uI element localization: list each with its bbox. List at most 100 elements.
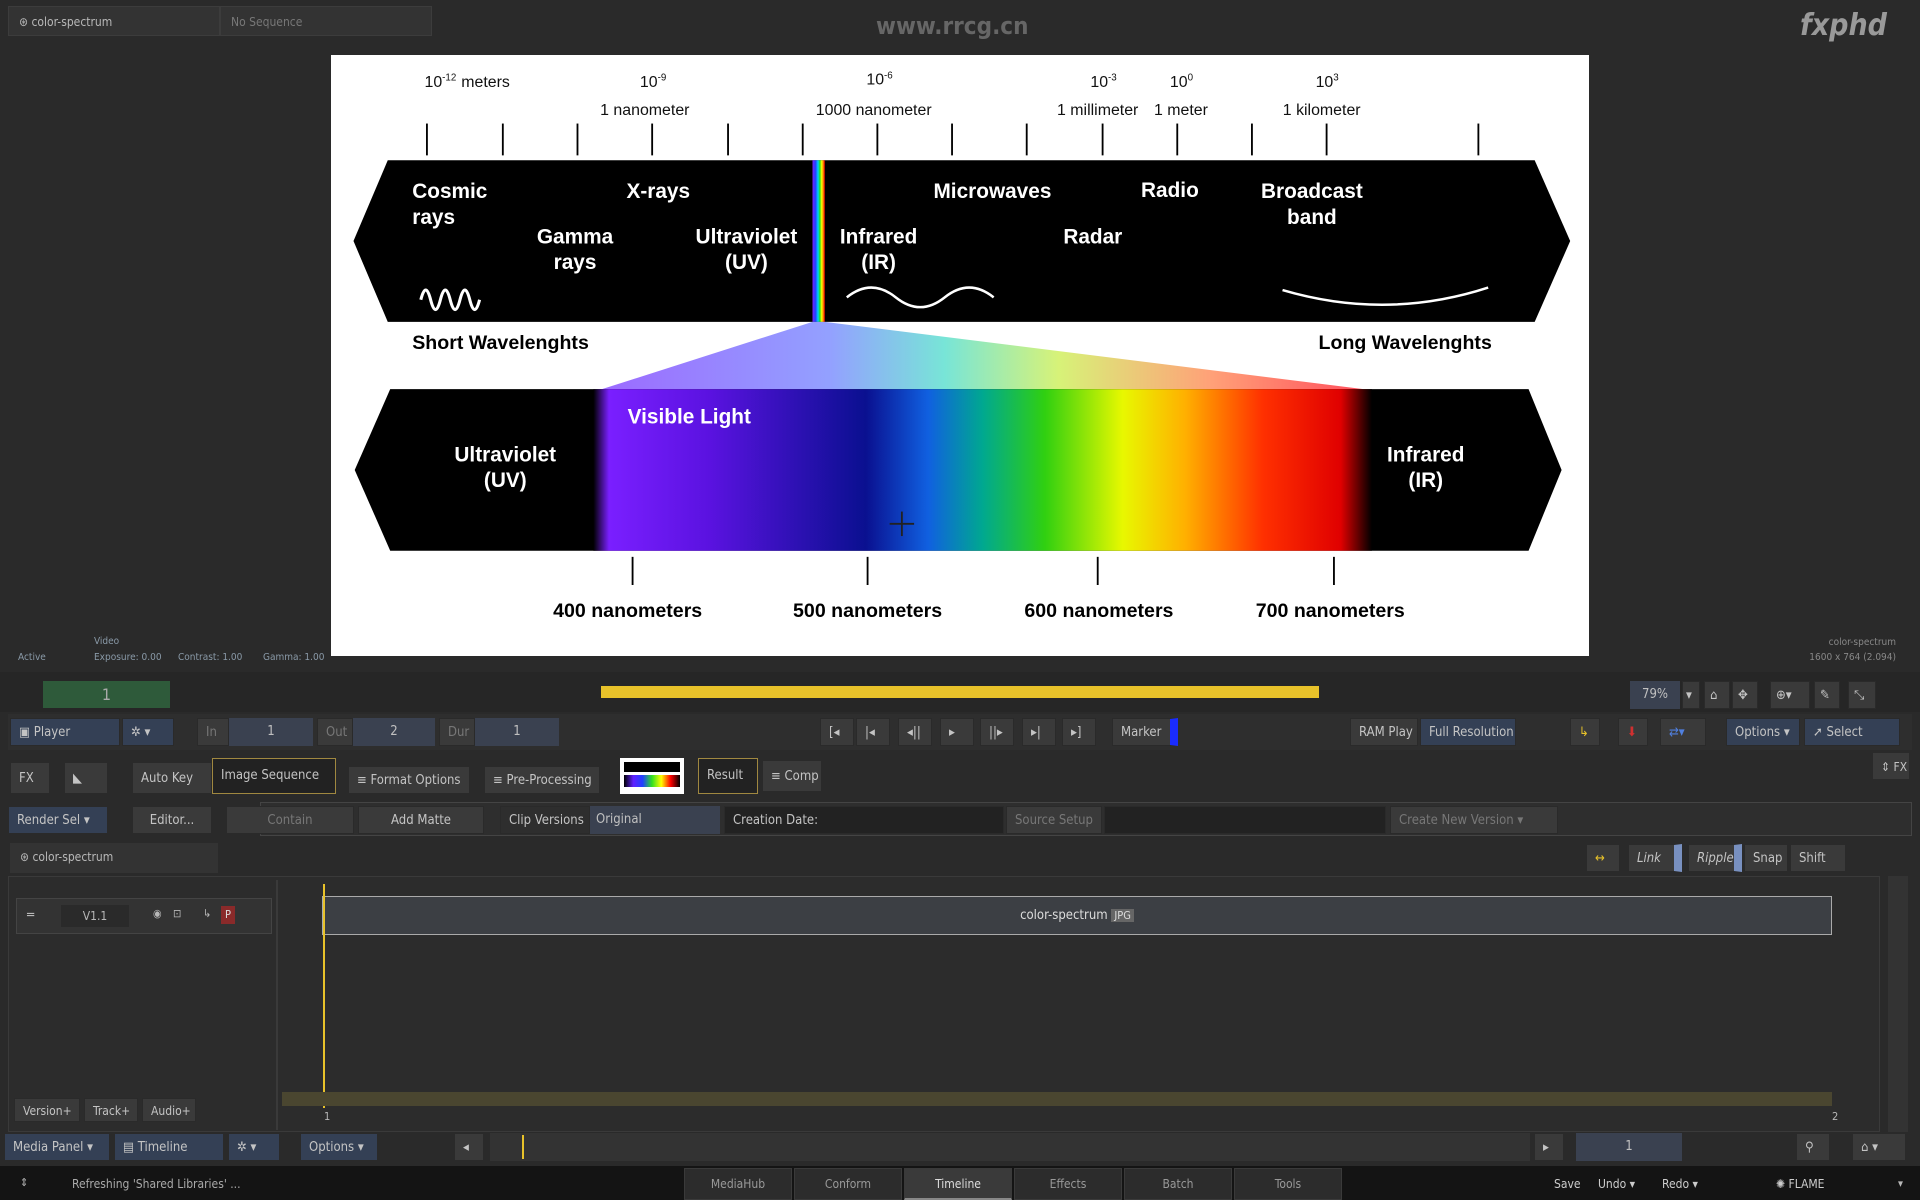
audio-add-button[interactable]: Audio+ — [142, 1098, 196, 1122]
search-icon[interactable]: ⚲ — [1796, 1133, 1830, 1161]
eyedropper-icon[interactable]: ✎ — [1814, 681, 1840, 709]
timeline-settings-gear-icon[interactable]: ✲ ▾ — [228, 1133, 280, 1161]
nav-timeline[interactable]: Timeline — [904, 1168, 1012, 1200]
fx-toggle-button[interactable]: ⇕ FX — [1872, 752, 1910, 780]
expand-icon[interactable]: ⇕ — [20, 1176, 28, 1189]
image-sequence-node[interactable]: Image Sequence — [212, 758, 336, 794]
source-setup-field[interactable] — [1104, 806, 1386, 834]
zoom-dropdown[interactable]: ▾ — [1682, 681, 1700, 709]
tab-color-spectrum[interactable]: ⊛ color-spectrum — [8, 6, 220, 36]
options-dropdown[interactable]: Options ▾ — [1726, 718, 1800, 746]
step-forward-icon[interactable]: ||▸ — [980, 718, 1014, 746]
crosshair-icon[interactable]: ⊕▾ — [1770, 681, 1810, 709]
snap-toggle[interactable]: Snap — [1744, 844, 1788, 872]
band-gamma: Gamma — [537, 226, 614, 249]
nm-label: 600 nanometers — [1024, 600, 1173, 622]
render-sel-dropdown[interactable]: Render Sel ▾ — [8, 806, 108, 834]
source-setup-label: Source Setup — [1006, 806, 1102, 834]
track-output-icon[interactable]: ↳ — [203, 907, 211, 920]
cache-progress-bar[interactable] — [601, 686, 1319, 698]
status-message: Refreshing 'Shared Libraries' ... — [72, 1177, 241, 1191]
ripple-toggle[interactable]: Ripple — [1688, 844, 1742, 872]
dur-field[interactable]: 1 — [475, 718, 559, 746]
pre-processing-node[interactable]: ≡ Pre-Processing — [484, 766, 600, 794]
auto-key-button[interactable]: Auto Key — [132, 762, 212, 794]
timeline-ruler-bar[interactable] — [282, 1092, 1832, 1106]
media-panel-dropdown[interactable]: Media Panel ▾ — [4, 1133, 110, 1161]
step-back-icon[interactable]: ◂|| — [898, 718, 932, 746]
current-frame-field[interactable]: 1 — [43, 681, 170, 708]
viewer-image[interactable]: 10-12 meters 10-9 1 nanometer 10-6 1000 n… — [331, 55, 1589, 656]
track-add-button[interactable]: Track+ — [84, 1098, 138, 1122]
viewer-status: Active — [18, 652, 46, 663]
nav-effects[interactable]: Effects — [1014, 1168, 1122, 1200]
viewer-clip-name: color-spectrum — [1828, 637, 1896, 648]
go-to-end-icon[interactable]: ▸] — [1062, 718, 1096, 746]
redo-button[interactable]: Redo ▾ — [1662, 1177, 1698, 1191]
nav-conform[interactable]: Conform — [794, 1168, 902, 1200]
zoom-field[interactable]: 79% — [1630, 681, 1680, 709]
timeline-frame-field[interactable]: 1 — [1576, 1133, 1682, 1161]
patch-button[interactable]: P — [221, 906, 235, 924]
result-node[interactable]: Result — [698, 758, 758, 794]
fullscreen-icon[interactable]: ⤡ — [1848, 681, 1876, 709]
replace-icon[interactable]: ⇄▾ — [1660, 718, 1706, 746]
nav-tools[interactable]: Tools — [1234, 1168, 1342, 1200]
nm-ticks — [631, 556, 1335, 586]
timeline-tab[interactable]: ⊛ color-spectrum — [10, 843, 218, 873]
player-settings-gear-icon[interactable]: ✲ ▾ — [122, 718, 174, 746]
creation-date-field[interactable]: Creation Date: — [724, 806, 1004, 834]
shift-toggle[interactable]: Shift — [1790, 844, 1846, 872]
nm-label: 700 nanometers — [1256, 600, 1405, 622]
scroll-left-icon[interactable]: ◂ — [454, 1133, 484, 1161]
playhead[interactable] — [323, 884, 325, 1108]
select-button[interactable]: ➚ Select — [1804, 718, 1900, 746]
bottom-options-dropdown[interactable]: Options ▾ — [300, 1133, 378, 1161]
version-add-button[interactable]: Version+ — [14, 1098, 80, 1122]
scroll-right-icon[interactable]: ▸ — [1534, 1133, 1564, 1161]
nav-batch[interactable]: Batch — [1124, 1168, 1232, 1200]
create-new-version-dropdown[interactable]: Create New Version ▾ — [1390, 806, 1558, 834]
go-to-start-icon[interactable]: [◂ — [820, 718, 854, 746]
track-name[interactable]: V1.1 — [61, 905, 129, 927]
fx-button[interactable]: FX — [10, 762, 50, 794]
out-field[interactable]: 2 — [353, 718, 435, 746]
tab-no-sequence[interactable]: No Sequence — [220, 6, 432, 36]
contain-button[interactable]: Contain — [226, 806, 354, 834]
player-button[interactable]: ▣ Player — [10, 718, 120, 746]
timeline-scrollbar[interactable] — [490, 1133, 1530, 1161]
save-button[interactable]: Save — [1554, 1177, 1581, 1191]
home-menu-icon[interactable]: ⌂ ▾ — [1852, 1133, 1906, 1161]
reel-icon: ⊛ — [19, 15, 32, 29]
clip-thumbnail[interactable] — [620, 758, 684, 794]
marker-button[interactable]: Marker — [1112, 718, 1178, 746]
clip-versions-field[interactable]: Original — [590, 806, 720, 834]
drag-handle-icon[interactable]: ═ — [27, 908, 34, 923]
full-resolution-button[interactable]: Full Resolution — [1420, 718, 1516, 746]
undo-button[interactable]: Undo ▾ — [1598, 1177, 1635, 1191]
editor-button[interactable]: Editor... — [132, 806, 212, 834]
next-keyframe-icon[interactable]: ▸| — [1022, 718, 1056, 746]
add-matte-button[interactable]: Add Matte — [358, 806, 484, 834]
track-lock-icon[interactable]: ⊡ — [173, 907, 181, 920]
timeline-clip[interactable]: color-spectrum JPG — [322, 896, 1832, 935]
insert-icon[interactable]: ↳ — [1570, 718, 1600, 746]
comp-node[interactable]: ≡ Comp — [762, 760, 822, 792]
pan-icon[interactable]: ✥ — [1732, 681, 1758, 709]
prev-keyframe-icon[interactable]: |◂ — [856, 718, 890, 746]
timeline-view-button[interactable]: ▤ Timeline — [114, 1133, 224, 1161]
slip-icon[interactable]: ↔ — [1586, 844, 1620, 872]
play-icon[interactable]: ▸ — [940, 718, 974, 746]
track-header[interactable]: ═ V1.1 ◉ ⊡ ↳ P — [16, 898, 272, 934]
nav-mediahub[interactable]: MediaHub — [684, 1168, 792, 1200]
matte-icon[interactable]: ◣ — [64, 762, 108, 794]
app-menu-dropdown[interactable]: ▾ — [1898, 1177, 1903, 1190]
home-icon[interactable]: ⌂ — [1704, 681, 1730, 709]
track-visibility-icon[interactable]: ◉ — [153, 907, 162, 920]
ram-play-button[interactable]: RAM Play — [1350, 718, 1418, 746]
overwrite-icon[interactable]: ⬇ — [1618, 718, 1648, 746]
in-field[interactable]: 1 — [229, 718, 313, 746]
format-options-node[interactable]: ≡ Format Options — [348, 766, 470, 794]
link-toggle[interactable]: Link — [1628, 844, 1682, 872]
timeline-vertical-scrollbar[interactable] — [1888, 876, 1908, 1132]
